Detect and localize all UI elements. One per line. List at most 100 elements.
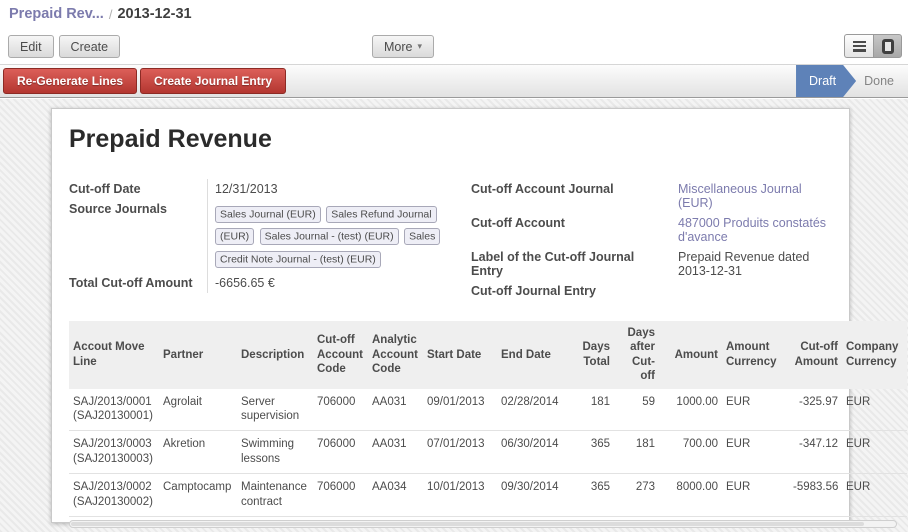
cell-amount[interactable]: 1000.00 (659, 389, 722, 431)
cell-days-total[interactable]: 181 (576, 389, 614, 431)
cell-cutoff-amount[interactable]: -5983.56 (789, 474, 842, 517)
cell-amount[interactable]: 700.00 (659, 431, 722, 474)
cell-partner[interactable]: Agrolait (159, 389, 237, 431)
cell-partner[interactable]: Camptocamp (159, 474, 237, 517)
col-header-end-date[interactable]: End Date (497, 321, 576, 389)
edit-button[interactable]: Edit (8, 35, 54, 58)
cell-move-line[interactable]: SAJ/2013/0003 (SAJ20130003) (69, 431, 159, 474)
cutoff-journal-entry-label: Cut-off Journal Entry (471, 281, 671, 301)
cell-start-date[interactable]: 10/01/2013 (423, 474, 497, 517)
breadcrumb: Prepaid Rev... / 2013-12-31 (0, 0, 908, 28)
table-row[interactable]: SAJ/2013/0001 (SAJ20130001) Agrolait Ser… (69, 389, 907, 431)
cell-company-currency[interactable]: EUR (842, 474, 907, 517)
regenerate-lines-button[interactable]: Re-Generate Lines (3, 68, 137, 94)
cell-description[interactable]: Maintenance contract (237, 474, 313, 517)
field-cutoff-journal-entry: Cut-off Journal Entry (471, 281, 841, 301)
cell-cutoff-account-code[interactable]: 706000 (313, 431, 368, 474)
field-cutoff-account-journal: Cut-off Account Journal Miscellaneous Jo… (471, 179, 841, 213)
cell-description[interactable]: Server supervision (237, 389, 313, 431)
chevron-down-icon: ▾ (417, 41, 422, 52)
cell-partner[interactable]: Akretion (159, 431, 237, 474)
col-header-cutoff-amount[interactable]: Cut-off Amount (789, 321, 842, 389)
col-header-description[interactable]: Description (237, 321, 313, 389)
cell-cutoff-amount[interactable]: -347.12 (789, 431, 842, 474)
list-view-button[interactable] (844, 34, 873, 58)
lines-table-zone: Accout Move Line Partner Description Cut… (69, 321, 907, 528)
cutoff-date-value[interactable]: 12/31/2013 (207, 179, 461, 199)
cell-company-currency[interactable]: EUR (842, 431, 907, 474)
cutoff-date-label: Cut-off Date (69, 179, 207, 199)
cell-amount-currency[interactable]: EUR (722, 389, 789, 431)
col-header-days-total[interactable]: Days Total (576, 321, 614, 389)
form-view-button[interactable] (873, 34, 902, 58)
cutoff-account-journal-value[interactable]: Miscellaneous Journal (EUR) (671, 179, 841, 213)
col-header-company-currency[interactable]: Company Currency (842, 321, 907, 389)
content-area: Prepaid Revenue Cut-off Date 12/31/2013 … (0, 99, 908, 532)
cutoff-account-label: Cut-off Account (471, 213, 671, 247)
field-cutoff-account: Cut-off Account 487000 Produits constaté… (471, 213, 841, 247)
cell-description[interactable]: Swimming lessons (237, 431, 313, 474)
field-source-journals: Source Journals Sales Journal (EUR) Sale… (69, 199, 461, 273)
cell-days-after-cutoff[interactable]: 273 (614, 474, 659, 517)
col-header-days-after-cutoff[interactable]: Days after Cut-off (614, 321, 659, 389)
col-header-analytic-account-code[interactable]: Analytic Account Code (368, 321, 423, 389)
journal-tag-list: Sales Journal (EUR) Sales Refund Journal… (215, 202, 459, 270)
journal-entry-label-value: Prepaid Revenue dated 2013-12-31 (671, 247, 841, 281)
table-header-row: Accout Move Line Partner Description Cut… (69, 321, 907, 389)
cell-cutoff-account-code[interactable]: 706000 (313, 474, 368, 517)
cell-cutoff-amount[interactable]: -325.97 (789, 389, 842, 431)
cutoff-account-journal-label: Cut-off Account Journal (471, 179, 671, 213)
cell-end-date[interactable]: 06/30/2014 (497, 431, 576, 474)
cutoff-lines-table: Accout Move Line Partner Description Cut… (69, 321, 907, 517)
more-dropdown-button[interactable]: More ▾ (372, 35, 434, 58)
cell-amount[interactable]: 8000.00 (659, 474, 722, 517)
col-header-cutoff-account-code[interactable]: Cut-off Account Code (313, 321, 368, 389)
journal-tag[interactable]: Sales Journal - (test) (EUR) (260, 228, 399, 245)
toolbar: Edit Create More ▾ (0, 28, 908, 64)
breadcrumb-current: 2013-12-31 (117, 6, 191, 22)
journal-tag[interactable]: Sales Journal (EUR) (215, 206, 321, 223)
table-row[interactable]: SAJ/2013/0003 (SAJ20130003) Akretion Swi… (69, 431, 907, 474)
col-header-amount[interactable]: Amount (659, 321, 722, 389)
cell-days-total[interactable]: 365 (576, 431, 614, 474)
horizontal-scrollbar[interactable] (69, 520, 897, 528)
col-header-move-line[interactable]: Accout Move Line (69, 321, 159, 389)
cell-amount-currency[interactable]: EUR (722, 474, 789, 517)
source-journals-label: Source Journals (69, 199, 207, 273)
breadcrumb-separator: / (109, 7, 113, 22)
cell-start-date[interactable]: 09/01/2013 (423, 389, 497, 431)
create-button[interactable]: Create (59, 35, 121, 58)
col-header-start-date[interactable]: Start Date (423, 321, 497, 389)
col-header-amount-currency[interactable]: Amount Currency (722, 321, 789, 389)
statusbar: Draft Done (796, 65, 908, 97)
source-journals-value: Sales Journal (EUR) Sales Refund Journal… (207, 199, 461, 273)
breadcrumb-parent-link[interactable]: Prepaid Rev... (9, 6, 104, 22)
cell-move-line[interactable]: SAJ/2013/0002 (SAJ20130002) (69, 474, 159, 517)
field-group-left: Cut-off Date 12/31/2013 Source Journals … (69, 179, 461, 301)
statusbar-state-draft[interactable]: Draft (796, 65, 856, 97)
total-cutoff-amount-label: Total Cut-off Amount (69, 273, 207, 293)
cell-analytic-account-code[interactable]: AA034 (368, 474, 423, 517)
cell-analytic-account-code[interactable]: AA031 (368, 431, 423, 474)
cell-move-line[interactable]: SAJ/2013/0001 (SAJ20130001) (69, 389, 159, 431)
statusbar-state-done[interactable]: Done (856, 65, 908, 97)
cell-days-after-cutoff[interactable]: 181 (614, 431, 659, 474)
scrollbar-thumb[interactable] (71, 522, 864, 526)
col-header-partner[interactable]: Partner (159, 321, 237, 389)
cell-end-date[interactable]: 02/28/2014 (497, 389, 576, 431)
field-grid: Cut-off Date 12/31/2013 Source Journals … (69, 179, 849, 301)
cell-analytic-account-code[interactable]: AA031 (368, 389, 423, 431)
cell-end-date[interactable]: 09/30/2014 (497, 474, 576, 517)
cell-days-after-cutoff[interactable]: 59 (614, 389, 659, 431)
field-cutoff-date: Cut-off Date 12/31/2013 (69, 179, 461, 199)
cell-start-date[interactable]: 07/01/2013 (423, 431, 497, 474)
table-row[interactable]: SAJ/2013/0002 (SAJ20130002) Camptocamp M… (69, 474, 907, 517)
cutoff-account-value[interactable]: 487000 Produits constatés d'avance (671, 213, 841, 247)
cell-days-total[interactable]: 365 (576, 474, 614, 517)
cell-cutoff-account-code[interactable]: 706000 (313, 389, 368, 431)
list-view-icon (853, 41, 866, 52)
cell-company-currency[interactable]: EUR (842, 389, 907, 431)
cell-amount-currency[interactable]: EUR (722, 431, 789, 474)
create-journal-entry-button[interactable]: Create Journal Entry (140, 68, 286, 94)
journal-entry-label-label: Label of the Cut-off Journal Entry (471, 247, 671, 281)
